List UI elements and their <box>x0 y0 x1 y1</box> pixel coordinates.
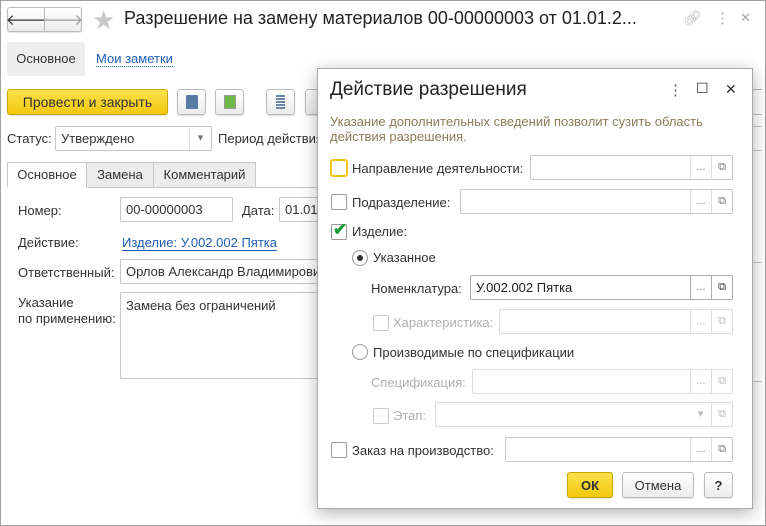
post-button[interactable] <box>215 89 244 115</box>
status-value: Утверждено <box>61 131 135 146</box>
dropdown-arrow-icon[interactable]: ▾ <box>189 127 211 150</box>
open-icon[interactable]: ⧉ <box>711 370 732 393</box>
department-input[interactable]: ... ⧉ <box>460 189 733 214</box>
open-icon[interactable]: ⧉ <box>711 310 732 333</box>
spec-input[interactable]: ... ⧉ <box>472 369 733 394</box>
select-button[interactable]: ... <box>690 310 711 333</box>
date-label: Дата: <box>242 203 275 218</box>
open-icon[interactable]: ⧉ <box>711 403 732 426</box>
list-button[interactable] <box>266 89 295 115</box>
arrow-left-icon: 🡐 <box>5 12 47 29</box>
dialog-description: Указание дополнительных сведений позволи… <box>330 114 703 144</box>
page-tab-main[interactable]: Основное <box>7 42 85 76</box>
characteristic-label: Характеристика: <box>393 315 494 330</box>
post-icon <box>223 95 236 109</box>
order-checkbox[interactable] <box>331 442 347 458</box>
characteristic-checkbox[interactable] <box>373 315 389 331</box>
cancel-button[interactable]: Отмена <box>622 472 694 498</box>
close-icon[interactable]: ✕ <box>740 10 751 26</box>
more-icon[interactable]: ⋮ <box>715 9 730 27</box>
direction-checkbox[interactable] <box>330 159 348 177</box>
nomenclature-value: У.002.002 Пятка <box>476 280 573 295</box>
period-label: Период действия <box>218 131 323 146</box>
select-button[interactable]: ... <box>690 370 711 393</box>
usage-label-2: по применению: <box>18 311 116 326</box>
action-link[interactable]: Изделие: У.002.002 Пятка <box>122 235 277 251</box>
favorite-star-icon[interactable]: ★ <box>92 5 115 36</box>
usage-label-1: Указание <box>18 295 74 310</box>
produced-radio[interactable] <box>352 344 368 360</box>
background-button <box>752 89 762 115</box>
open-icon[interactable]: ⧉ <box>711 276 732 299</box>
nomenclature-label: Номенклатура: <box>371 281 462 296</box>
spec-label: Спецификация: <box>371 375 466 390</box>
action-dialog: Действие разрешения ⋮ ☐ ✕ Указание допол… <box>317 68 753 509</box>
stage-select[interactable]: ▾ ⧉ <box>435 402 733 427</box>
product-label: Изделие: <box>352 224 408 239</box>
status-select[interactable]: Утверждено ▾ <box>55 126 212 151</box>
forward-button[interactable]: 🡒 <box>42 7 84 32</box>
action-label: Действие: <box>18 235 79 250</box>
tab-main[interactable]: Основное <box>7 162 87 188</box>
checkmark-icon: ✔ <box>333 220 348 239</box>
department-label: Подразделение: <box>352 195 451 210</box>
number-label: Номер: <box>18 203 62 218</box>
link-icon[interactable]: 🔗︎ <box>683 9 702 27</box>
arrow-right-icon: 🡒 <box>42 12 84 29</box>
direction-input[interactable]: ... ⧉ <box>530 155 733 180</box>
responsible-label: Ответственный: <box>18 265 115 280</box>
window-title: Разрешение на замену материалов 00-00000… <box>124 8 637 28</box>
nomenclature-input[interactable]: У.002.002 Пятка... ⧉ <box>470 275 733 300</box>
ok-button[interactable]: ОК <box>567 472 613 498</box>
department-checkbox[interactable] <box>331 194 347 210</box>
save-icon <box>185 95 198 109</box>
maximize-icon[interactable]: ☐ <box>696 80 709 97</box>
order-input[interactable]: ... ⧉ <box>505 437 733 462</box>
select-button[interactable]: ... <box>690 156 711 179</box>
product-checkbox[interactable]: ✔ <box>331 220 347 240</box>
direction-label: Направление деятельности: <box>352 161 524 176</box>
usage-textarea[interactable]: Замена без ограничений <box>120 292 330 379</box>
produced-label: Производимые по спецификации <box>373 345 575 360</box>
dialog-title: Действие разрешения <box>330 79 527 100</box>
tab-replacement[interactable]: Замена <box>86 162 154 188</box>
post-and-close-button[interactable]: Провести и закрыть <box>7 89 168 115</box>
help-button[interactable]: ? <box>704 472 733 498</box>
background-panel <box>752 262 762 382</box>
dropdown-arrow-icon[interactable]: ▾ <box>690 403 711 426</box>
open-icon[interactable]: ⧉ <box>711 190 732 213</box>
open-icon[interactable]: ⧉ <box>711 438 732 461</box>
select-button[interactable]: ... <box>690 438 711 461</box>
list-icon <box>276 95 285 109</box>
characteristic-input[interactable]: ... ⧉ <box>499 309 733 334</box>
close-icon[interactable]: ✕ <box>725 81 737 98</box>
order-label: Заказ на производство: <box>352 443 494 458</box>
open-icon[interactable]: ⧉ <box>711 156 732 179</box>
select-button[interactable]: ... <box>690 190 711 213</box>
select-button[interactable]: ... <box>690 276 711 299</box>
stage-checkbox[interactable] <box>373 408 389 424</box>
status-label: Статус: <box>7 131 52 146</box>
more-icon[interactable]: ⋮ <box>668 81 683 99</box>
radio-dot-icon <box>357 255 363 261</box>
specified-label: Указанное <box>373 250 436 265</box>
save-button[interactable] <box>177 89 206 115</box>
background-input <box>752 126 762 151</box>
responsible-input[interactable]: Орлов Александр Владимирович <box>120 259 330 284</box>
back-button[interactable]: 🡐 <box>5 7 47 32</box>
tab-comment[interactable]: Комментарий <box>153 162 256 188</box>
specified-radio[interactable] <box>352 250 368 266</box>
number-input[interactable]: 00-00000003 <box>120 197 233 222</box>
stage-label: Этап: <box>393 408 427 423</box>
page-tab-notes[interactable]: Мои заметки <box>96 51 173 67</box>
